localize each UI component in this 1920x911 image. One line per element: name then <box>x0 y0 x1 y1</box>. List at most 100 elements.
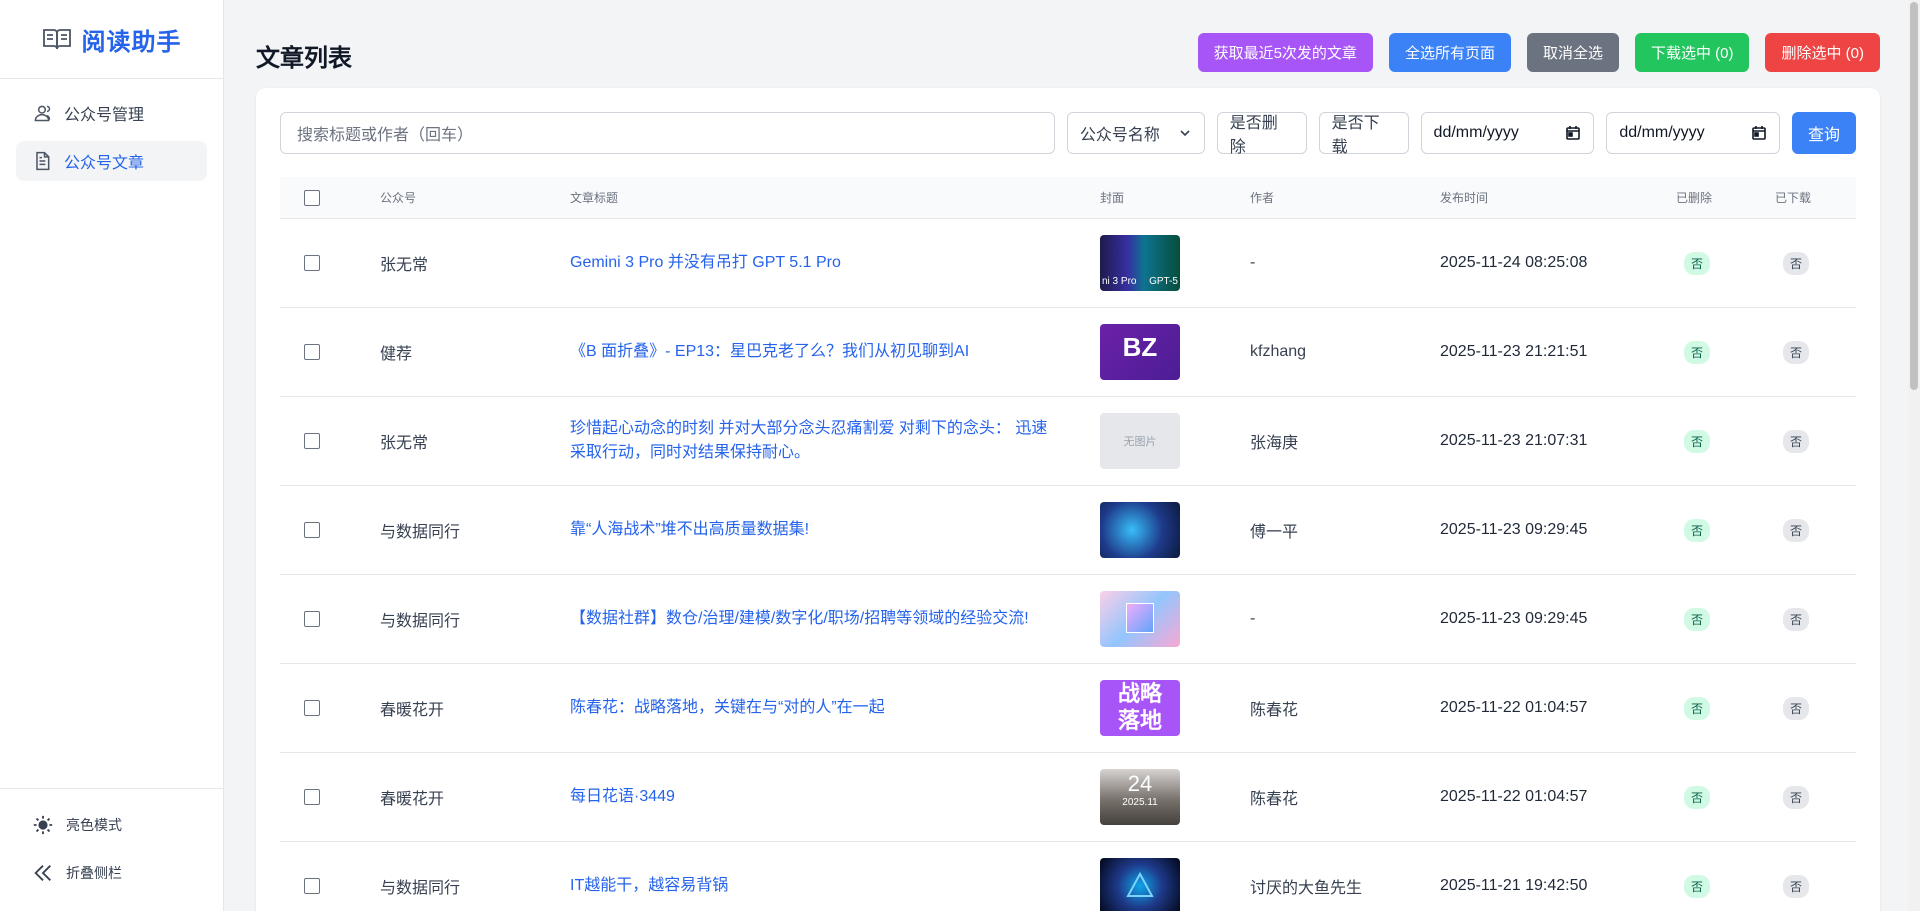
calendar-icon <box>1752 126 1766 140</box>
brand[interactable]: 阅读助手 <box>0 0 223 79</box>
publish-time-cell: 2025-11-23 21:07:31 <box>1440 432 1588 449</box>
cover-image[interactable]: 战略 落地 <box>1100 680 1180 736</box>
account-cell: 张无常 <box>380 257 429 274</box>
scroll-thumb[interactable] <box>1910 2 1918 390</box>
double-chevron-left-icon <box>34 865 51 881</box>
cover-placeholder-text: 无图片 <box>1123 436 1157 448</box>
download-selected-button[interactable]: 下载选中 (0) <box>1634 33 1750 72</box>
author-cell: 讨厌的大鱼先生 <box>1250 880 1363 897</box>
deleted-cell: 否 <box>1684 219 1711 307</box>
downloaded-cell: 否 <box>1783 842 1810 911</box>
sidebar-bottom: 亮色模式 折叠侧栏 <box>0 788 223 911</box>
query-button[interactable]: 查询 <box>1792 112 1857 154</box>
account-cell: 与数据同行 <box>380 613 461 630</box>
cover-caption: 24 <box>1127 771 1153 796</box>
collapse-sidebar-label: 折叠侧栏 <box>66 865 122 881</box>
theme-toggle-label: 亮色模式 <box>66 817 122 833</box>
cover-caption: BZ <box>1122 332 1158 362</box>
sidebar-item-articles[interactable]: 公众号文章 <box>16 141 207 181</box>
theme-toggle-button[interactable]: 亮色模式 <box>16 805 207 845</box>
select-all-pages-button[interactable]: 全选所有页面 <box>1388 33 1511 72</box>
sidebar-item-account-management[interactable]: 公众号管理 <box>16 93 207 133</box>
document-icon <box>36 151 50 171</box>
cover-cell: BZ <box>1100 308 1180 396</box>
cover-image[interactable]: BZ <box>1100 324 1180 380</box>
cover-image[interactable] <box>1100 858 1180 911</box>
deleted-cell: 否 <box>1684 397 1711 485</box>
publish-time-cell: 2025-11-23 21:21:51 <box>1440 343 1588 360</box>
deleted-cell: 否 <box>1684 575 1711 663</box>
author-cell: - <box>1250 254 1256 271</box>
account-cell: 春暖花开 <box>380 702 445 719</box>
deleted-filter-button[interactable]: 是否删除 <box>1216 112 1307 156</box>
table-body: 张无常 Gemini 3 Pro 并没有吊打 GPT 5.1 Pro ni 3 … <box>280 219 1856 911</box>
row-checkbox[interactable] <box>304 700 320 716</box>
account-select[interactable]: 公众号名称 <box>1066 112 1205 154</box>
publish-time-cell: 2025-11-22 01:04:57 <box>1440 788 1588 805</box>
articles-card: 搜索标题或作者（回车） 公众号名称 是否删除 是否下载 dd/mm/yyyy d… <box>256 88 1880 911</box>
row-checkbox-cell <box>304 486 320 574</box>
article-title-link[interactable]: 陈春花：战略落地，关键在与“对的人”在一起 <box>570 664 1060 752</box>
deleted-status-badge: 否 <box>1684 696 1711 720</box>
cube-graphic <box>1126 603 1154 633</box>
cover-cell: ni 3 Pro GPT-5 <box>1100 219 1180 307</box>
article-title-link[interactable]: Gemini 3 Pro 并没有吊打 GPT 5.1 Pro <box>570 219 1060 307</box>
cover-image[interactable] <box>1100 502 1180 558</box>
row-checkbox[interactable] <box>304 611 320 627</box>
author-cell: 傅一平 <box>1250 524 1299 541</box>
row-checkbox[interactable] <box>304 255 320 271</box>
cover-caption: 落地 <box>1117 708 1162 733</box>
article-title-link[interactable]: 靠“人海战术”堆不出高质量数据集! <box>570 486 1060 574</box>
cover-image[interactable]: ni 3 Pro GPT-5 <box>1100 235 1180 291</box>
collapse-sidebar-button[interactable]: 折叠侧栏 <box>16 853 207 893</box>
deselect-all-button[interactable]: 取消全选 <box>1526 33 1619 72</box>
account-select-value: 公众号名称 <box>1079 127 1160 144</box>
articles-table: 公众号 文章标题 封面 作者 发布时间 已删除 已下载 张无常 Gemini 3… <box>280 177 1856 911</box>
article-title-link[interactable]: 【数据社群】数仓/治理/建模/数字化/职场/招聘等领域的经验交流! <box>570 575 1060 663</box>
publish-time-cell: 2025-11-21 19:42:50 <box>1440 877 1588 894</box>
cover-caption: 2025.11 <box>1122 797 1158 808</box>
date-from-input[interactable]: dd/mm/yyyy <box>1420 112 1595 154</box>
account-cell: 与数据同行 <box>380 524 461 541</box>
deleted-status-badge: 否 <box>1684 429 1711 453</box>
article-title-link[interactable]: 每日花语·3449 <box>570 753 1060 841</box>
cover-image[interactable] <box>1100 591 1180 647</box>
article-title-link[interactable]: 珍惜起心动念的时刻 并对大部分念头忍痛割爱 对剩下的念头： 迅速采取行动，同时对… <box>570 397 1060 485</box>
date-to-input[interactable]: dd/mm/yyyy <box>1606 112 1781 154</box>
sidebar-item-label: 公众号文章 <box>64 155 145 172</box>
table-row: 张无常 Gemini 3 Pro 并没有吊打 GPT 5.1 Pro ni 3 … <box>280 219 1856 308</box>
row-checkbox-cell <box>304 219 320 307</box>
delete-selected-button[interactable]: 删除选中 (0) <box>1765 33 1880 72</box>
cover-image[interactable]: 24 2025.11 <box>1100 769 1180 825</box>
cover-caption: 战略 <box>1117 681 1162 706</box>
row-checkbox-cell <box>304 664 320 752</box>
downloaded-cell: 否 <box>1783 753 1810 841</box>
row-checkbox[interactable] <box>304 522 320 538</box>
triangle-logo-icon <box>1126 872 1154 897</box>
date-to-value: dd/mm/yyyy <box>1619 124 1705 141</box>
row-checkbox[interactable] <box>304 344 320 360</box>
scrollbar[interactable] <box>1908 0 1920 911</box>
account-cell: 春暖花开 <box>380 791 445 808</box>
row-checkbox-cell <box>304 842 320 911</box>
search-input[interactable]: 搜索标题或作者（回车） <box>280 112 1055 154</box>
row-checkbox[interactable] <box>304 433 320 449</box>
deleted-cell: 否 <box>1684 486 1711 574</box>
account-cell: 健荐 <box>380 346 413 363</box>
cover-image[interactable]: 无图片 <box>1100 413 1180 469</box>
downloaded-status-badge: 否 <box>1783 785 1810 809</box>
row-checkbox[interactable] <box>304 789 320 805</box>
publish-time-cell: 2025-11-24 08:25:08 <box>1440 254 1588 271</box>
table-row: 与数据同行 靠“人海战术”堆不出高质量数据集! 傅一平 2025-11-23 0… <box>280 486 1856 575</box>
downloaded-filter-button[interactable]: 是否下载 <box>1318 112 1409 156</box>
page-title: 文章列表 <box>256 45 352 72</box>
publish-time-cell: 2025-11-23 09:29:45 <box>1440 610 1588 627</box>
article-title-link[interactable]: IT越能干，越容易背锅 <box>570 842 1060 911</box>
fetch-recent-button[interactable]: 获取最近5次发的文章 <box>1197 33 1373 72</box>
article-title-link[interactable]: 《B 面折叠》- EP13：星巴克老了么？我们从初见聊到AI <box>570 308 1060 396</box>
downloaded-status-badge: 否 <box>1783 874 1810 898</box>
author-cell: 陈春花 <box>1250 702 1299 719</box>
downloaded-status-badge: 否 <box>1783 696 1810 720</box>
select-all-checkbox[interactable] <box>304 189 320 206</box>
row-checkbox[interactable] <box>304 878 320 894</box>
